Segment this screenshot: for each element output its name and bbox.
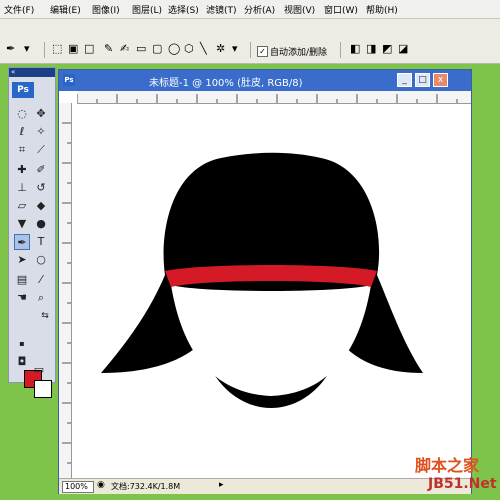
options-bar: ✒ ▾ ⬚ ▣ □ ✎ ✍ ▭ ▢ ◯ ⬡ ╲ ✲ ▾ ✓ 自动添加/删除 ◧ … [0, 19, 500, 64]
menu-layer[interactable]: 图层(L) [132, 3, 162, 16]
path-subtract-icon[interactable]: ◨ [366, 42, 376, 56]
custom-shape-icon[interactable]: ✲ [216, 42, 225, 56]
lasso-tool-icon[interactable]: ℓ [14, 124, 30, 140]
paint-bucket-icon[interactable]: ◆ [33, 198, 49, 214]
menu-analysis[interactable]: 分析(A) [244, 3, 275, 16]
ellipse-icon[interactable]: ◯ [168, 42, 180, 56]
ps-logo: Ps [12, 82, 34, 98]
document-title: 未标题-1 @ 100% (肚皮, RGB/8) [149, 78, 303, 89]
crop-tool-icon[interactable]: ⌗ [14, 142, 30, 158]
move-tool-icon[interactable]: ✥ [33, 106, 49, 122]
freeform-pen-icon[interactable]: ✍ [120, 42, 129, 56]
menu-filter[interactable]: 滤镜(T) [206, 3, 237, 16]
separator [340, 42, 341, 58]
document-window: Ps 未标题-1 @ 100% (肚皮, RGB/8) _ □ x 100% ◉… [58, 69, 472, 494]
ellipse-shape-icon[interactable]: ○ [33, 252, 49, 268]
pen-tool-icon[interactable]: ✒ [14, 234, 30, 250]
fill-pixels-icon[interactable]: □ [84, 42, 94, 56]
zoom-tool-icon[interactable]: ⌕ [33, 290, 49, 306]
path-intersect-icon[interactable]: ◩ [382, 42, 392, 56]
rectangle-icon[interactable]: ▭ [136, 42, 146, 56]
ps-document-icon: Ps [63, 74, 75, 86]
canvas-area[interactable] [59, 91, 471, 482]
screen-mode-icon[interactable]: ▭ [29, 362, 49, 378]
chevron-down-icon[interactable]: ▾ [232, 42, 238, 56]
watermark-text: 脚本之家 [415, 456, 480, 475]
auto-add-delete-checkbox[interactable]: ✓ [257, 46, 268, 57]
path-exclude-icon[interactable]: ◪ [398, 42, 408, 56]
marquee-tool-icon[interactable]: ◌ [14, 106, 30, 122]
quick-mask-icon[interactable]: ◘ [14, 354, 30, 370]
toolbox: « Ps ◌ ✥ ℓ ✧ ⌗ ⟋ ✚ ✐ ⊥ ↺ ▱ ◆ ▼ ● ✒ T ➤ ○… [8, 67, 56, 398]
clone-stamp-icon[interactable]: ⊥ [14, 180, 30, 196]
menu-image[interactable]: 图像(I) [92, 3, 120, 16]
auto-add-delete-label: 自动添加/删除 [270, 48, 328, 58]
maximize-button[interactable]: □ [415, 73, 430, 87]
menu-view[interactable]: 视图(V) [284, 3, 315, 16]
rounded-rectangle-icon[interactable]: ▢ [152, 42, 162, 56]
photoshop-screen: { "menu": ["文件(F)", "编辑(E)", "图像(I)", "图… [0, 0, 500, 500]
document-titlebar[interactable]: Ps 未标题-1 @ 100% (肚皮, RGB/8) _ □ x [59, 70, 471, 91]
notes-tool-icon[interactable]: ▤ [14, 272, 30, 288]
magic-wand-icon[interactable]: ✧ [33, 124, 49, 140]
document-info: 文档:732.4K/1.8M [111, 482, 181, 491]
artwork [101, 152, 423, 408]
healing-brush-icon[interactable]: ✚ [14, 162, 30, 178]
path-combine-icon[interactable]: ◧ [350, 42, 360, 56]
face-shape [171, 285, 371, 396]
menu-window[interactable]: 窗口(W) [324, 3, 358, 16]
status-options-icon[interactable]: ◉ [97, 480, 105, 490]
blur-tool-icon[interactable]: ▼ [14, 216, 30, 232]
chevron-down-icon[interactable]: ▾ [24, 42, 30, 56]
close-button[interactable]: x [433, 73, 448, 87]
brush-tool-icon[interactable]: ✐ [33, 162, 49, 178]
path-selection-icon[interactable]: ➤ [14, 252, 30, 268]
menu-file[interactable]: 文件(F) [4, 3, 34, 16]
toolbox-collapse-icon[interactable]: « [9, 68, 55, 77]
swap-colors-icon[interactable]: ⇆ [37, 308, 53, 324]
zoom-level-field[interactable]: 100% [62, 481, 94, 493]
menu-help[interactable]: 帮助(H) [366, 3, 398, 16]
shape-layers-icon[interactable]: ⬚ [52, 42, 62, 56]
line-icon[interactable]: ╲ [200, 42, 207, 56]
status-menu-arrow-icon[interactable]: ▸ [219, 480, 224, 490]
history-brush-icon[interactable]: ↺ [33, 180, 49, 196]
default-colors-icon[interactable]: ▪ [14, 336, 30, 352]
eyedropper-icon[interactable]: ⁄ [33, 272, 49, 288]
dodge-tool-icon[interactable]: ● [33, 216, 49, 232]
background-color-swatch[interactable] [34, 380, 52, 398]
status-bar: 100% ◉ 文档:732.4K/1.8M ▸ [59, 478, 471, 494]
separator [250, 42, 251, 58]
paths-icon[interactable]: ▣ [68, 42, 78, 56]
watermark-url: JB51.Net [428, 476, 497, 492]
slice-tool-icon[interactable]: ⟋ [33, 142, 49, 158]
hand-tool-icon[interactable]: ☚ [14, 290, 30, 306]
eraser-tool-icon[interactable]: ▱ [14, 198, 30, 214]
polygon-icon[interactable]: ⬡ [184, 42, 194, 56]
menu-select[interactable]: 选择(S) [168, 3, 199, 16]
separator [44, 42, 45, 58]
menu-bar: 文件(F) 编辑(E) 图像(I) 图层(L) 选择(S) 滤镜(T) 分析(A… [0, 0, 500, 19]
menu-edit[interactable]: 编辑(E) [50, 3, 81, 16]
minimize-button[interactable]: _ [397, 73, 412, 87]
type-tool-icon[interactable]: T [33, 234, 49, 250]
pen-tool-preset-icon[interactable]: ✒ [6, 42, 15, 56]
pen-icon[interactable]: ✎ [104, 42, 113, 56]
